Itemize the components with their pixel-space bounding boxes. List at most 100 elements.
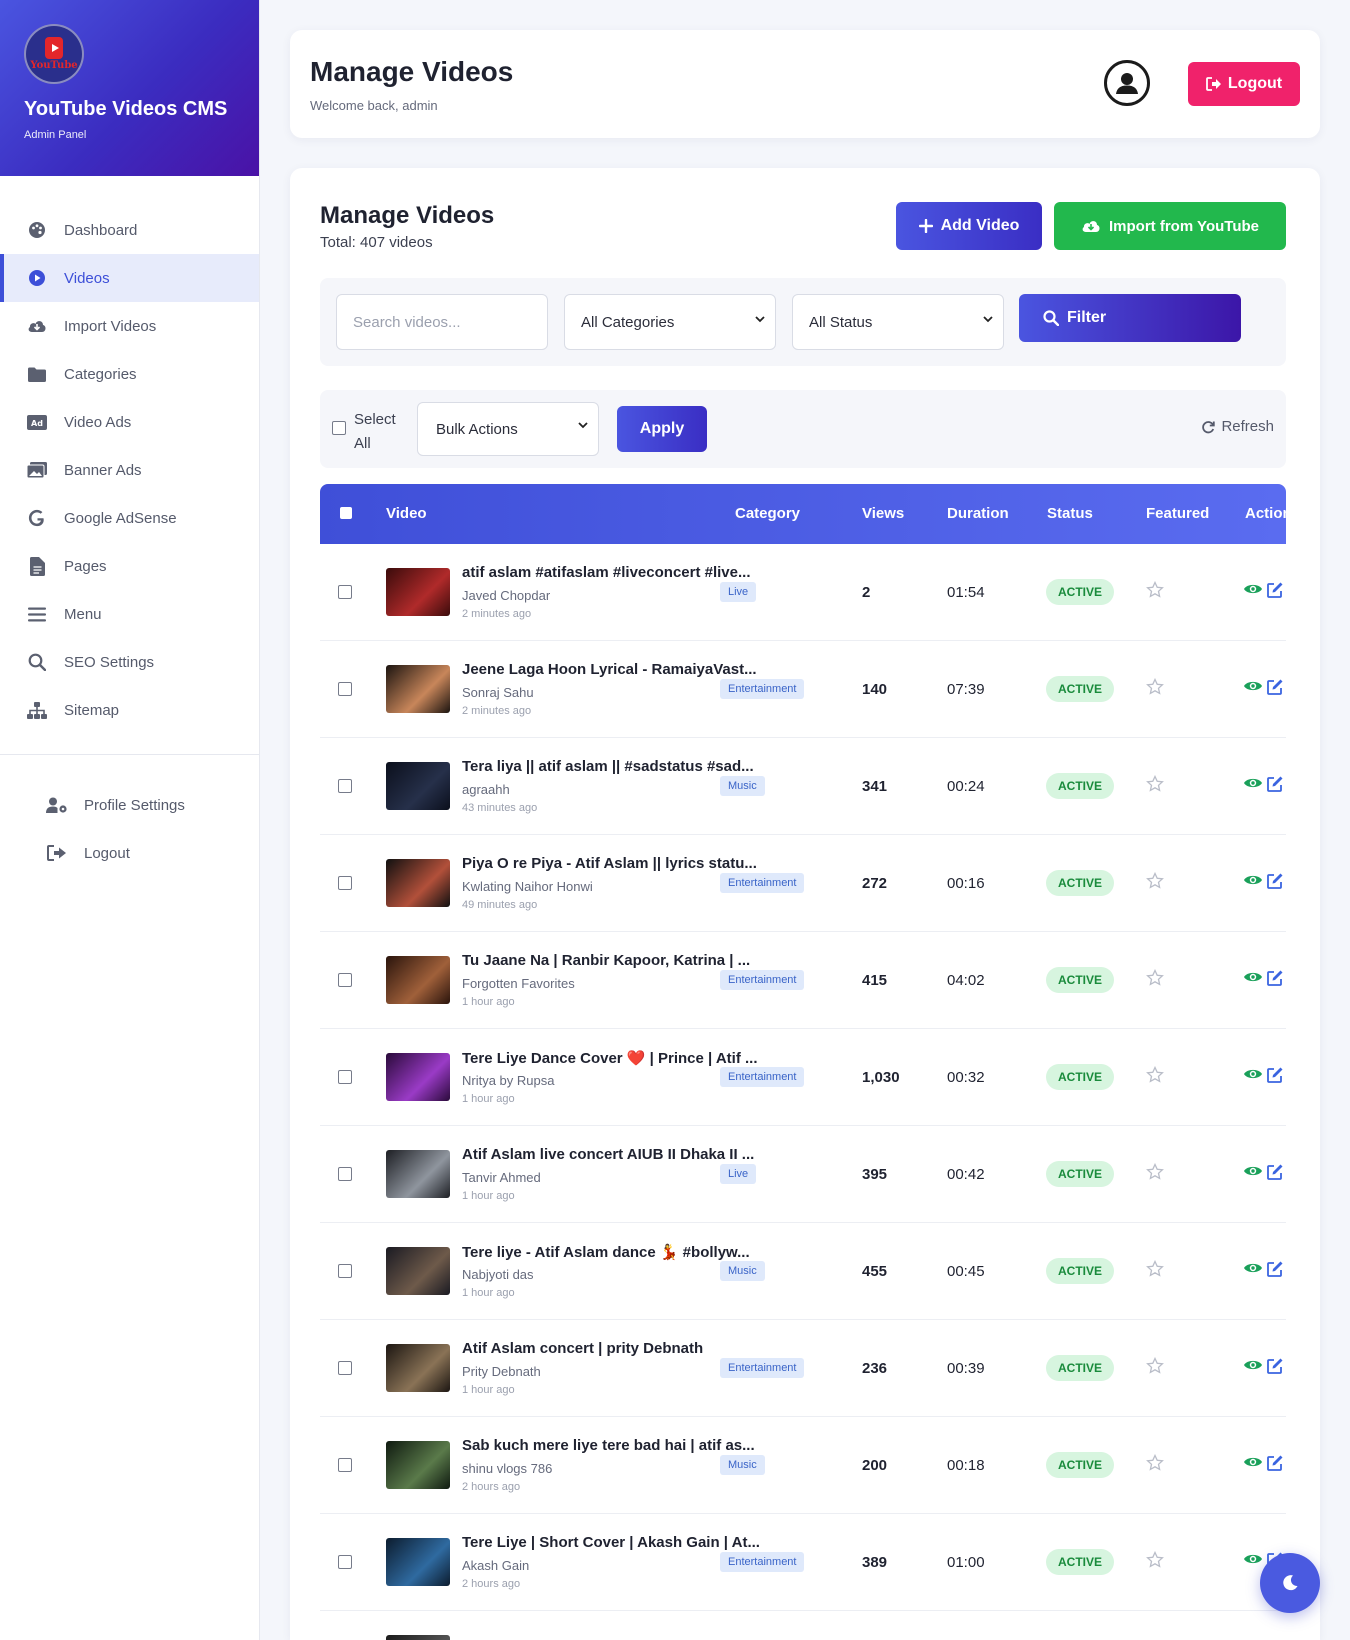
row-checkbox[interactable] [338,1070,352,1084]
video-thumbnail[interactable] [386,1344,450,1392]
edit-icon[interactable] [1266,1066,1284,1084]
filter-button[interactable]: Filter [1019,294,1241,342]
row-checkbox[interactable] [338,682,352,696]
row-checkbox[interactable] [338,973,352,987]
eye-icon[interactable] [1243,582,1263,596]
table-row[interactable]: Tu Jaane Na | Ranbir Kapoor, Katrina | .… [320,932,1286,1029]
sidebar-item-categories[interactable]: Categories [0,350,259,398]
sidebar-item-dashboard[interactable]: Dashboard [0,206,259,254]
video-title[interactable]: Jeene Laga Hoon Lyrical - RamaiyaVast... [462,661,762,678]
bulk-actions-select[interactable]: Bulk Actions [417,402,599,456]
edit-icon[interactable] [1266,872,1284,890]
video-thumbnail[interactable] [386,1053,450,1101]
video-title[interactable]: Atif Aslam concert | prity Debnath [462,1340,762,1357]
video-thumbnail[interactable] [386,1635,450,1640]
eye-icon[interactable] [1243,1067,1263,1081]
edit-icon[interactable] [1266,1454,1284,1472]
video-title[interactable]: Piya O re Piya - Atif Aslam || lyrics st… [462,855,762,872]
eye-icon[interactable] [1243,1552,1263,1566]
row-checkbox[interactable] [338,585,352,599]
video-thumbnail[interactable] [386,1247,450,1295]
video-title[interactable]: Tere Liye | Short Cover | Akash Gain | A… [462,1534,762,1551]
table-row[interactable]: Tere Liye | Short Cover | Akash Gain | A… [320,1514,1286,1611]
video-title[interactable]: Tere liye - Atif Aslam dance 💃 #bollyw..… [462,1243,762,1261]
table-row[interactable] [320,1611,1286,1640]
star-icon[interactable] [1146,1357,1164,1375]
row-checkbox[interactable] [338,1167,352,1181]
table-row[interactable]: Atif Aslam live concert AIUB II Dhaka II… [320,1126,1286,1223]
star-icon[interactable] [1146,678,1164,696]
theme-toggle-button[interactable] [1260,1553,1320,1613]
table-row[interactable]: Tere liye - Atif Aslam dance 💃 #bollyw..… [320,1223,1286,1320]
video-title[interactable]: Atif Aslam live concert AIUB II Dhaka II… [462,1146,762,1163]
sidebar-item-banner-ads[interactable]: Banner Ads [0,446,259,494]
video-title[interactable]: Tera liya || atif aslam || #sadstatus #s… [462,758,762,775]
eye-icon[interactable] [1243,1455,1263,1469]
edit-icon[interactable] [1266,1357,1284,1375]
table-row[interactable]: Atif Aslam concert | prity Debnath Prity … [320,1320,1286,1417]
video-title[interactable]: Sab kuch mere liye tere bad hai | atif a… [462,1437,762,1454]
header-checkbox[interactable] [340,507,352,519]
eye-icon[interactable] [1243,1164,1263,1178]
star-icon[interactable] [1146,1163,1164,1181]
logout-button[interactable]: Logout [1188,62,1300,106]
row-checkbox[interactable] [338,876,352,890]
row-checkbox[interactable] [338,1458,352,1472]
video-thumbnail[interactable] [386,859,450,907]
edit-icon[interactable] [1266,1260,1284,1278]
row-checkbox[interactable] [338,1264,352,1278]
eye-icon[interactable] [1243,679,1263,693]
sidebar-item-seo-settings[interactable]: SEO Settings [0,638,259,686]
table-row[interactable]: Jeene Laga Hoon Lyrical - RamaiyaVast...… [320,641,1286,738]
select-all-checkbox[interactable] [332,421,346,435]
star-icon[interactable] [1146,1551,1164,1569]
video-thumbnail[interactable] [386,665,450,713]
sidebar-item-import-videos[interactable]: Import Videos [0,302,259,350]
star-icon[interactable] [1146,969,1164,987]
video-thumbnail[interactable] [386,1441,450,1489]
edit-icon[interactable] [1266,678,1284,696]
eye-icon[interactable] [1243,873,1263,887]
search-input[interactable]: Search videos... [336,294,548,350]
eye-icon[interactable] [1243,970,1263,984]
import-youtube-button[interactable]: Import from YouTube [1054,202,1286,250]
video-thumbnail[interactable] [386,762,450,810]
star-icon[interactable] [1146,1066,1164,1084]
table-row[interactable]: Sab kuch mere liye tere bad hai | atif a… [320,1417,1286,1514]
video-title[interactable]: Tu Jaane Na | Ranbir Kapoor, Katrina | .… [462,952,762,969]
avatar[interactable] [1104,60,1150,106]
sidebar-item-logout[interactable]: Logout [0,829,259,877]
table-row[interactable]: Tere Liye Dance Cover ❤️ | Prince | Atif… [320,1029,1286,1126]
video-title[interactable]: Tere Liye Dance Cover ❤️ | Prince | Atif… [462,1049,762,1067]
video-thumbnail[interactable] [386,1150,450,1198]
star-icon[interactable] [1146,872,1164,890]
status-select[interactable]: All Status [792,294,1004,350]
eye-icon[interactable] [1243,776,1263,790]
table-row[interactable]: atif aslam #atifaslam #liveconcert #live… [320,544,1286,641]
row-checkbox[interactable] [338,1555,352,1569]
edit-icon[interactable] [1266,775,1284,793]
sidebar-item-menu[interactable]: Menu [0,590,259,638]
edit-icon[interactable] [1266,1163,1284,1181]
sidebar-item-video-ads[interactable]: Ad Video Ads [0,398,259,446]
apply-button[interactable]: Apply [617,406,707,452]
row-checkbox[interactable] [338,779,352,793]
table-row[interactable]: Tera liya || atif aslam || #sadstatus #s… [320,738,1286,835]
eye-icon[interactable] [1243,1261,1263,1275]
sidebar-item-sitemap[interactable]: Sitemap [0,686,259,734]
add-video-button[interactable]: Add Video [896,202,1042,250]
star-icon[interactable] [1146,1454,1164,1472]
video-thumbnail[interactable] [386,568,450,616]
row-checkbox[interactable] [338,1361,352,1375]
star-icon[interactable] [1146,1260,1164,1278]
edit-icon[interactable] [1266,969,1284,987]
category-select[interactable]: All Categories [564,294,776,350]
eye-icon[interactable] [1243,1358,1263,1372]
sidebar-item-pages[interactable]: Pages [0,542,259,590]
video-thumbnail[interactable] [386,956,450,1004]
star-icon[interactable] [1146,775,1164,793]
video-thumbnail[interactable] [386,1538,450,1586]
edit-icon[interactable] [1266,581,1284,599]
star-icon[interactable] [1146,581,1164,599]
refresh-button[interactable]: Refresh [1201,418,1274,435]
